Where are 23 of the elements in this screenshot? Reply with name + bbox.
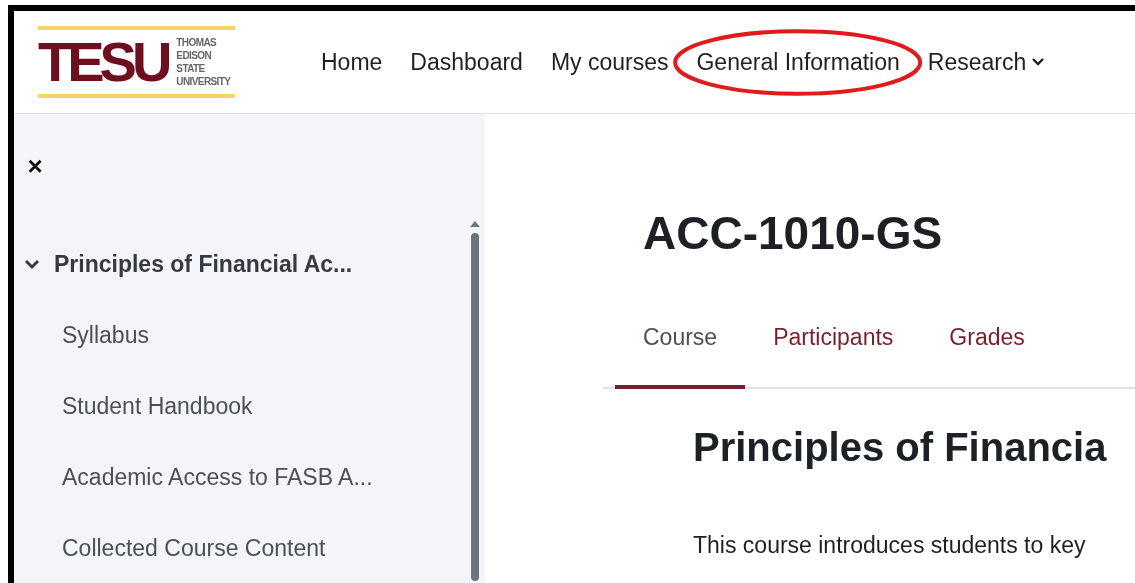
course-index-item[interactable]: Syllabus (62, 313, 485, 357)
course-tab[interactable]: Course (615, 310, 746, 389)
logo-text: THOMAS (176, 36, 218, 49)
course-index-item[interactable]: Academic Access to FASB A... (62, 455, 485, 499)
nav-link[interactable]: Home (321, 48, 383, 76)
section-heading: Principles of Financia (693, 425, 1108, 470)
close-button[interactable]: × (24, 150, 46, 182)
logo-text: STATE (176, 62, 206, 75)
nav-link[interactable]: Research (927, 48, 1045, 76)
course-index-item[interactable]: Collected Course Content (62, 526, 485, 570)
scrollbar[interactable] (469, 221, 481, 581)
logo-mark: TESU (38, 32, 169, 92)
course-tab[interactable]: Grades (921, 310, 1053, 389)
logo-text: EDISON (176, 49, 213, 62)
course-section-link[interactable]: Principles of Financial Ac... (24, 242, 485, 286)
course-index-item[interactable]: Student Handbook (62, 384, 485, 428)
nav-link[interactable]: My courses (550, 48, 669, 76)
course-title: ACC-1010-GS (643, 206, 944, 260)
course-tab[interactable]: Participants (745, 310, 922, 389)
nav-link[interactable]: Dashboard (410, 48, 523, 76)
chevron-down-icon[interactable] (24, 258, 40, 270)
course-description: This course introduces students to key (693, 532, 1087, 559)
logo-text: UNIVERSITY (176, 75, 231, 88)
